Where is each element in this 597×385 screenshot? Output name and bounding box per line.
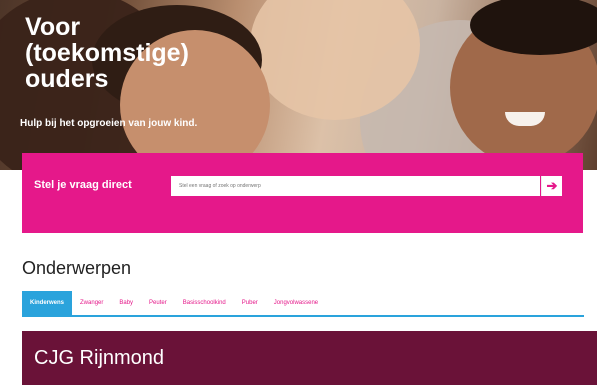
submit-question-button[interactable]: ➔ (541, 176, 562, 196)
tab-jongvolwassene[interactable]: Jongvolwassene (266, 291, 326, 315)
tab-basisschoolkind[interactable]: Basisschoolkind (175, 291, 234, 315)
hero-title: Voor (toekomstige) ouders (25, 13, 189, 93)
question-search-input[interactable] (171, 176, 540, 196)
tab-zwanger[interactable]: Zwanger (72, 291, 111, 315)
arrow-right-icon: ➔ (546, 178, 558, 193)
topic-tabs: Kinderwens Zwanger Baby Peuter Basisscho… (22, 291, 584, 317)
ask-label: Stel je vraag direct (34, 179, 132, 191)
left-margin (0, 170, 22, 385)
tab-peuter[interactable]: Peuter (141, 291, 175, 315)
topics-title: Onderwerpen (22, 258, 132, 278)
tab-baby[interactable]: Baby (111, 291, 141, 315)
caption-bar: CJG Rijnmond (22, 331, 597, 385)
hero-banner: Voor (toekomstige) ouders Hulp bij het o… (0, 0, 597, 170)
tab-kinderwens[interactable]: Kinderwens (22, 291, 73, 315)
caption-text: CJG Rijnmond (34, 346, 165, 369)
ask-question-bar: Stel je vraag direct ➔ (22, 153, 583, 233)
tab-puber[interactable]: Puber (234, 291, 266, 315)
hero-subtitle: Hulp bij het opgroeien van jouw kind. (20, 118, 198, 129)
page: Voor (toekomstige) ouders Hulp bij het o… (0, 0, 597, 385)
